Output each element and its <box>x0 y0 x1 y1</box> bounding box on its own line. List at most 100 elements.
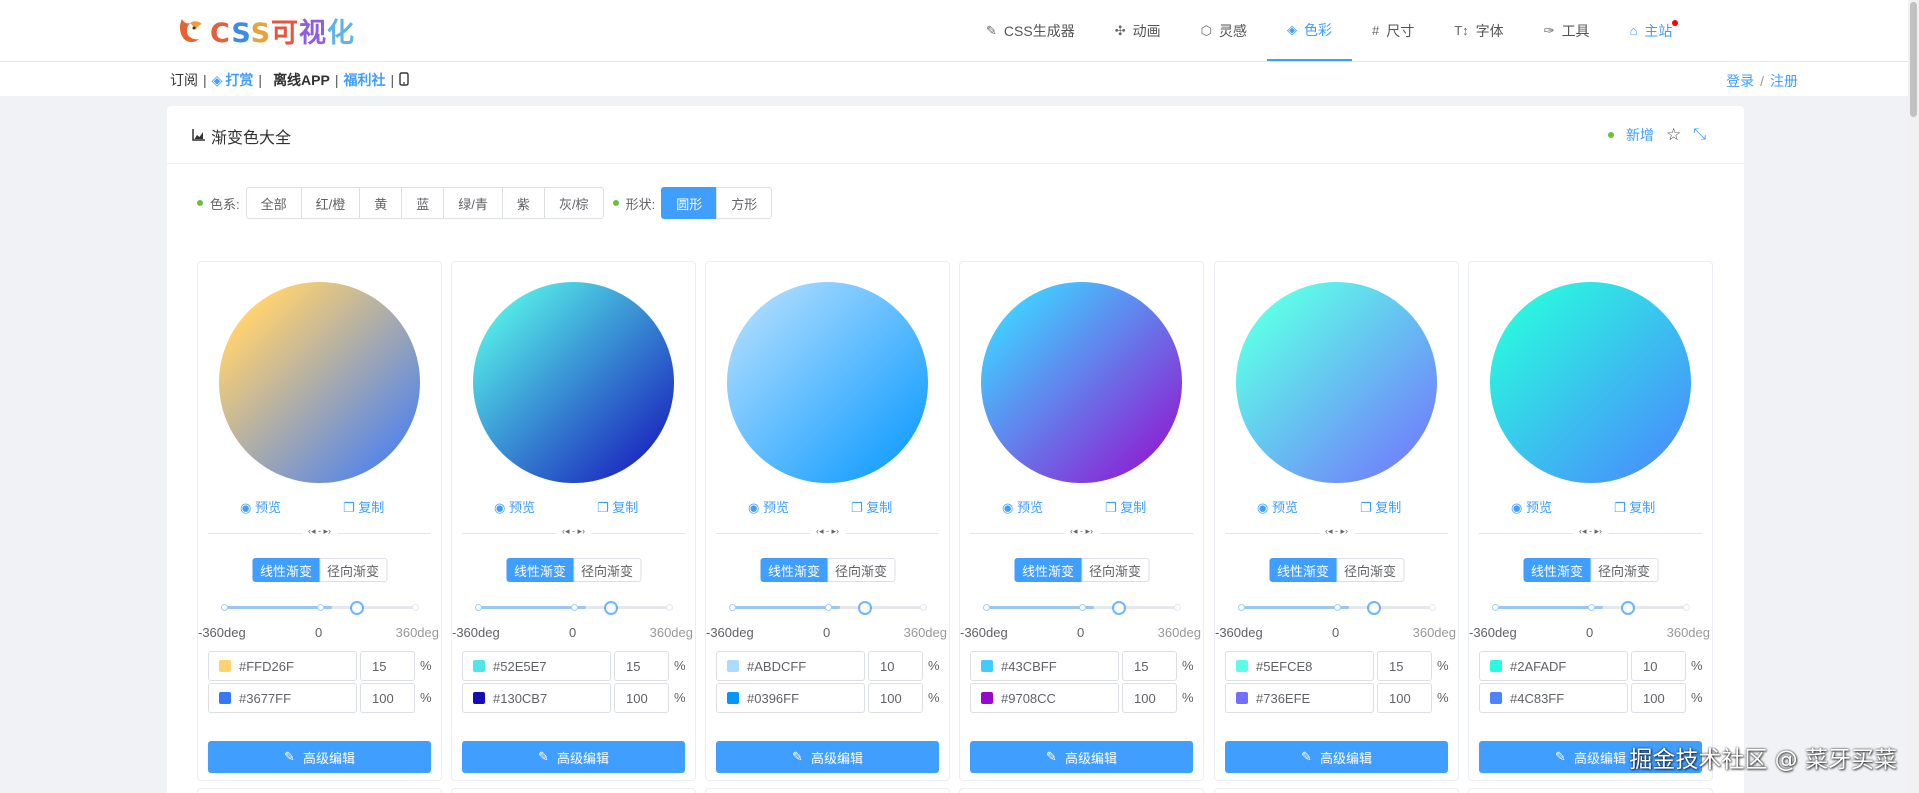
angle-slider[interactable] <box>1492 601 1690 615</box>
color-filter-purple[interactable]: 紫 <box>501 187 545 219</box>
color-hex-input[interactable]: #736EFE <box>1225 683 1374 713</box>
color-filter-blue[interactable]: 蓝 <box>401 187 445 219</box>
color-hex-input[interactable]: #2AFADF <box>1479 651 1628 681</box>
shape-filter-circle[interactable]: 圆形 <box>661 187 718 219</box>
copy-button[interactable]: ❐ 复制 <box>851 497 892 516</box>
nav-item-animation[interactable]: ✣ 动画 <box>1095 0 1181 61</box>
color-hex-input[interactable]: #9708CC <box>970 683 1119 713</box>
nav-item-home[interactable]: ⌂ 主站 <box>1610 0 1693 61</box>
gradient-preview-circle[interactable] <box>1236 282 1437 483</box>
color-stop-percent-input[interactable]: 100 <box>614 683 669 713</box>
register-link[interactable]: 注册 <box>1770 73 1798 89</box>
advanced-edit-button[interactable]: ✎ 高级编辑 <box>970 741 1193 773</box>
nav-item-inspiration[interactable]: ⬡ 灵感 <box>1181 0 1267 61</box>
radial-gradient-button[interactable]: 径向渐变 <box>1336 558 1405 582</box>
angle-slider[interactable] <box>983 601 1181 615</box>
copy-button[interactable]: ❐ 复制 <box>1105 497 1146 516</box>
linear-gradient-button[interactable]: 线性渐变 <box>1013 558 1082 582</box>
color-swatch[interactable] <box>981 660 993 672</box>
star-icon[interactable]: ☆ <box>1666 125 1681 145</box>
subscribe-link[interactable]: 订阅 <box>170 70 198 90</box>
preview-button[interactable]: ◉ 预览 <box>240 497 281 516</box>
linear-gradient-button[interactable]: 线性渐变 <box>1522 558 1591 582</box>
shrink-icon[interactable]: ⤡ <box>1693 126 1706 144</box>
linear-gradient-button[interactable]: 线性渐变 <box>1268 558 1337 582</box>
add-button[interactable]: 新增 <box>1626 125 1654 145</box>
preview-button[interactable]: ◉ 预览 <box>1002 497 1043 516</box>
color-swatch[interactable] <box>219 692 231 704</box>
gradient-preview-circle[interactable] <box>981 282 1182 483</box>
color-swatch[interactable] <box>1490 692 1502 704</box>
color-stop-percent-input[interactable]: 15 <box>614 651 669 681</box>
color-stop-percent-input[interactable]: 10 <box>1631 651 1686 681</box>
angle-slider[interactable] <box>475 601 673 615</box>
color-swatch[interactable] <box>219 660 231 672</box>
color-swatch[interactable] <box>1490 660 1502 672</box>
slider-thumb[interactable] <box>1621 601 1635 615</box>
color-swatch[interactable] <box>981 692 993 704</box>
slider-thumb[interactable] <box>604 601 618 615</box>
color-swatch[interactable] <box>1236 692 1248 704</box>
color-swatch[interactable] <box>1236 660 1248 672</box>
direction-arrows-icon[interactable]: ‹◂ - ▸› <box>809 526 846 537</box>
color-hex-input[interactable]: #ABDCFF <box>716 651 865 681</box>
color-stop-percent-input[interactable]: 15 <box>1377 651 1432 681</box>
site-logo[interactable]: CSS可视化 <box>176 12 355 49</box>
radial-gradient-button[interactable]: 径向渐变 <box>827 558 896 582</box>
advanced-edit-button[interactable]: ✎ 高级编辑 <box>716 741 939 773</box>
nav-item-size[interactable]: # 尺寸 <box>1352 0 1434 61</box>
linear-gradient-button[interactable]: 线性渐变 <box>251 558 320 582</box>
nav-item-tools[interactable]: ✑ 工具 <box>1524 0 1610 61</box>
nav-item-color[interactable]: ◈ 色彩 <box>1266 0 1352 61</box>
preview-button[interactable]: ◉ 预览 <box>1511 497 1552 516</box>
color-hex-input[interactable]: #0396FF <box>716 683 865 713</box>
color-hex-input[interactable]: #5EFCE8 <box>1225 651 1374 681</box>
color-filter-red-orange[interactable]: 红/橙 <box>300 187 361 219</box>
color-stop-percent-input[interactable]: 15 <box>360 651 415 681</box>
copy-button[interactable]: ❐ 复制 <box>597 497 638 516</box>
copy-button[interactable]: ❐ 复制 <box>1614 497 1655 516</box>
color-hex-input[interactable]: #43CBFF <box>970 651 1119 681</box>
preview-button[interactable]: ◉ 预览 <box>494 497 535 516</box>
reward-link[interactable]: ◈ 打赏 <box>212 70 254 90</box>
color-stop-percent-input[interactable]: 100 <box>1377 683 1432 713</box>
color-filter-all[interactable]: 全部 <box>245 187 302 219</box>
login-link[interactable]: 登录 <box>1726 73 1754 89</box>
linear-gradient-button[interactable]: 线性渐变 <box>505 558 574 582</box>
color-hex-input[interactable]: #FFD26F <box>208 651 357 681</box>
direction-arrows-icon[interactable]: ‹◂ - ▸› <box>301 526 338 537</box>
gradient-preview-circle[interactable] <box>1490 282 1691 483</box>
color-filter-yellow[interactable]: 黄 <box>359 187 403 219</box>
slider-thumb[interactable] <box>350 601 364 615</box>
radial-gradient-button[interactable]: 径向渐变 <box>1590 558 1659 582</box>
shape-filter-square[interactable]: 方形 <box>716 187 773 219</box>
angle-slider[interactable] <box>1238 601 1436 615</box>
color-hex-input[interactable]: #52E5E7 <box>462 651 611 681</box>
nav-item-css-generator[interactable]: ✎ CSS生成器 <box>966 0 1095 61</box>
preview-button[interactable]: ◉ 预览 <box>1257 497 1298 516</box>
welfare-link[interactable]: 福利社 <box>344 70 386 90</box>
radial-gradient-button[interactable]: 径向渐变 <box>573 558 642 582</box>
color-filter-green-cyan[interactable]: 绿/青 <box>443 187 503 219</box>
color-stop-percent-input[interactable]: 10 <box>868 651 923 681</box>
color-hex-input[interactable]: #130CB7 <box>462 683 611 713</box>
radial-gradient-button[interactable]: 径向渐变 <box>1081 558 1150 582</box>
offline-app-link[interactable]: 离线APP <box>273 70 330 90</box>
gradient-preview-circle[interactable] <box>473 282 674 483</box>
direction-arrows-icon[interactable]: ‹◂ - ▸› <box>555 526 592 537</box>
color-stop-percent-input[interactable]: 100 <box>1122 683 1177 713</box>
slider-thumb[interactable] <box>1112 601 1126 615</box>
copy-button[interactable]: ❐ 复制 <box>1360 497 1401 516</box>
color-stop-percent-input[interactable]: 15 <box>1122 651 1177 681</box>
color-swatch[interactable] <box>473 660 485 672</box>
color-hex-input[interactable]: #4C83FF <box>1479 683 1628 713</box>
slider-thumb[interactable] <box>858 601 872 615</box>
preview-button[interactable]: ◉ 预览 <box>748 497 789 516</box>
color-swatch[interactable] <box>727 660 739 672</box>
advanced-edit-button[interactable]: ✎ 高级编辑 <box>462 741 685 773</box>
angle-slider[interactable] <box>729 601 927 615</box>
color-swatch[interactable] <box>473 692 485 704</box>
color-stop-percent-input[interactable]: 100 <box>1631 683 1686 713</box>
advanced-edit-button[interactable]: ✎ 高级编辑 <box>208 741 431 773</box>
nav-item-font[interactable]: T↕ 字体 <box>1434 0 1523 61</box>
